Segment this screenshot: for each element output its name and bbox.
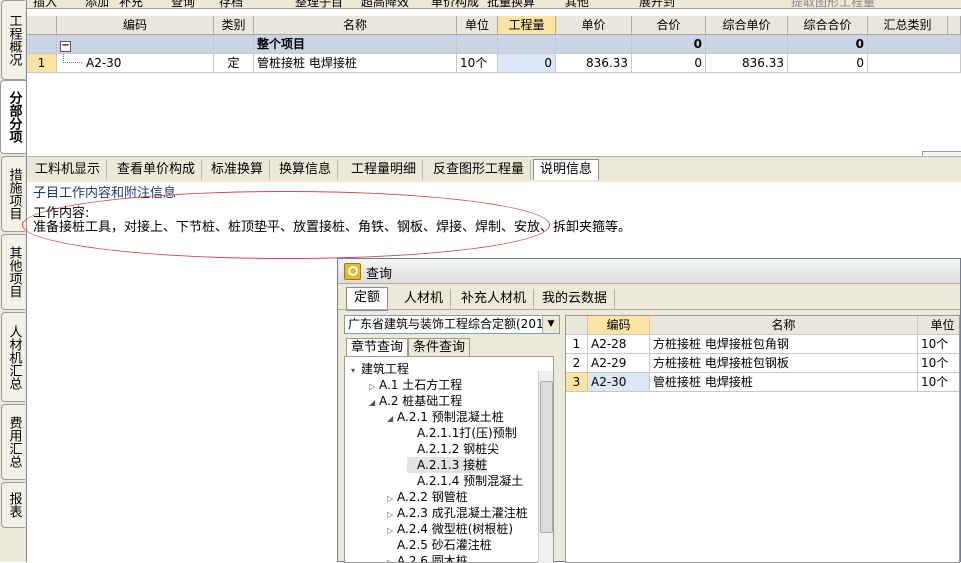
grid-header: 编码 类别 名称 单位 工程量 单价 合价 综合单价 综合合价 汇总类别 xyxy=(27,16,961,35)
scrollbar-thumb[interactable] xyxy=(540,381,553,533)
tree-node[interactable]: A.2.1.4 预制混凝土 xyxy=(407,473,523,489)
tab-labor-material-display[interactable]: 工料机显示 xyxy=(29,160,108,180)
row-unit[interactable]: 10个 xyxy=(457,54,498,73)
highlight-ellipse xyxy=(22,191,550,259)
search-icon xyxy=(344,263,361,280)
table-row[interactable]: 1 A2-28 方桩接桩 电焊接桩包角钢 10个 xyxy=(566,335,959,354)
supplement-button[interactable]: 补充 xyxy=(119,0,143,8)
tree-node[interactable]: A.2.1.1打(压)预制 xyxy=(407,425,517,441)
batch-convert-button[interactable]: 批量换算 xyxy=(487,0,535,8)
col-summary-category[interactable]: 汇总类别 xyxy=(868,16,948,35)
expand-toggle-icon: ◢ xyxy=(387,414,394,423)
row-number[interactable]: 1 xyxy=(27,54,57,73)
row-total[interactable]: 0 xyxy=(632,54,706,73)
tree-scrollbar[interactable] xyxy=(538,371,553,563)
quota-library-dropdown[interactable]: 广东省建筑与装饰工程综合定额(201 ▼ xyxy=(344,315,560,334)
expand-toggle-icon: ◢ xyxy=(369,398,376,407)
query-button[interactable]: 查询 xyxy=(171,0,195,8)
summary-row[interactable]: − 整个项目 0 0 xyxy=(27,35,961,54)
row-type[interactable]: 定 xyxy=(214,54,254,73)
tab-chapter-query[interactable]: 章节查询 xyxy=(346,338,409,357)
tree-node[interactable]: ◢ A.2.1 预制混凝土桩 xyxy=(387,409,504,425)
tree-line-icon xyxy=(63,54,82,63)
tree-node[interactable]: ▷ A.2.2 钢管桩 xyxy=(387,489,468,505)
col-type[interactable]: 类别 xyxy=(214,16,254,35)
tab-reverse-graphic-quantity[interactable]: 反查图形工程量 xyxy=(427,160,532,180)
col-quantity[interactable]: 工程量 xyxy=(498,16,556,35)
tab-labor-material-summary[interactable]: 人材机汇总 xyxy=(1,312,25,402)
summary-comp-total: 0 xyxy=(788,35,868,54)
tab-description-info[interactable]: 说明信息 xyxy=(533,159,600,180)
table-row[interactable]: 2 A2-29 方桩接桩 电焊接桩包钢板 10个 xyxy=(566,354,959,373)
col-name[interactable]: 名称 xyxy=(254,16,457,35)
left-tab-bar: 工程概况 分部分项 措施项目 其他项目 人材机汇总 费用汇总 报表 xyxy=(0,0,27,562)
col-name[interactable]: 名称 xyxy=(650,316,918,335)
col-total[interactable]: 合价 xyxy=(632,16,706,35)
summary-name: 整个项目 xyxy=(254,35,457,54)
row-summary-category[interactable] xyxy=(868,54,961,73)
col-comp-price[interactable]: 综合单价 xyxy=(706,16,788,35)
col-unit[interactable]: 单位 xyxy=(457,16,498,35)
tree-node[interactable]: A.2.1.2 钢桩尖 xyxy=(407,441,499,457)
col-code[interactable]: 编码 xyxy=(588,316,650,335)
summary-total: 0 xyxy=(632,35,706,54)
row-quantity[interactable]: 0 xyxy=(498,54,556,73)
tab-quantity-details[interactable]: 工程量明细 xyxy=(345,160,424,180)
chapter-tree: ▾ 建筑工程 ▷ A.1 土石方工程 ◢ A.2 桩基础工程 ◢ A.2.1 预制混凝土… xyxy=(344,356,554,563)
col-unit[interactable]: 单位 xyxy=(918,316,959,335)
tab-reports[interactable]: 报表 xyxy=(1,482,25,528)
tab-labor-material[interactable]: 人材机 xyxy=(397,289,452,309)
col-code[interactable]: 编码 xyxy=(57,16,214,35)
organize-button[interactable]: 整理子目 xyxy=(295,0,343,8)
tab-other-items[interactable]: 其他项目 xyxy=(1,234,25,310)
insert-button[interactable]: 插入 xyxy=(33,0,57,8)
row-price[interactable]: 836.33 xyxy=(556,54,632,73)
results-header: 编码 名称 单位 xyxy=(566,316,959,335)
tab-sub-items[interactable]: 分部分项 xyxy=(0,80,26,154)
tree-node[interactable]: A.2.5 砂石灌注桩 xyxy=(387,537,492,553)
results-grid: 编码 名称 单位 1 A2-28 方桩接桩 电焊接桩包角钢 10个 2 A2-2… xyxy=(565,315,960,563)
tab-measures[interactable]: 措施项目 xyxy=(1,156,25,232)
tree-node[interactable]: ◢ A.2 桩基础工程 xyxy=(369,393,462,409)
height-reduction-button[interactable]: 超高降效 xyxy=(361,0,409,8)
expand-toggle-icon: ▾ xyxy=(351,366,356,375)
detail-tab-bar: 工料机显示 查看单价构成 标准换算 换算信息 工程量明细 反查图形工程量 说明信… xyxy=(27,156,961,182)
col-price[interactable]: 单价 xyxy=(556,16,632,35)
dialog-title: 查询 xyxy=(366,267,393,282)
archive-button[interactable]: 存档 xyxy=(219,0,243,8)
tab-unit-price-breakdown[interactable]: 查看单价构成 xyxy=(111,160,203,180)
tree-node-selected[interactable]: A.2.1.3 接桩 xyxy=(407,457,488,473)
table-row[interactable]: 1 A2-30 定 管桩接桩 电焊接桩 10个 0 836.33 0 836.3… xyxy=(27,54,961,73)
tree-node[interactable]: ▾ 建筑工程 xyxy=(351,361,409,377)
tree-node[interactable]: ▷ A.2.4 微型桩(树根桩) xyxy=(387,521,513,537)
tab-conversion-info[interactable]: 换算信息 xyxy=(273,160,339,180)
extract-graphic-button[interactable]: 提取图形工程量 xyxy=(791,0,875,8)
col-comp-total[interactable]: 综合合价 xyxy=(788,16,868,35)
table-row-selected[interactable]: 3 A2-30 管桩接桩 电焊接桩 10个 xyxy=(566,373,959,392)
collapse-toggle-icon[interactable]: − xyxy=(60,41,71,52)
tree-node[interactable]: ▷ A.1 土石方工程 xyxy=(369,377,462,393)
tab-supplement-labor-material[interactable]: 补充人材机 xyxy=(454,289,535,309)
row-comp-price[interactable]: 836.33 xyxy=(706,54,788,73)
row-name[interactable]: 管桩接桩 电焊接桩 xyxy=(254,54,457,73)
add-button[interactable]: 添加 xyxy=(85,0,109,8)
expand-to-button[interactable]: 展开到 xyxy=(639,0,675,8)
row-code[interactable]: A2-30 xyxy=(86,56,121,70)
dialog-titlebar[interactable]: 查询 xyxy=(338,259,960,284)
toolbar: 插入 添加 补充 查询 存档 整理子目 超高降效 单价构成 批量换算 其他 展开… xyxy=(27,0,961,9)
tab-quota[interactable]: 定额 xyxy=(346,287,389,311)
other-button[interactable]: 其他 xyxy=(565,0,589,8)
chevron-down-icon[interactable]: ▼ xyxy=(542,316,559,333)
unit-price-button[interactable]: 单价构成 xyxy=(431,0,479,8)
tab-cost-summary[interactable]: 费用汇总 xyxy=(1,404,25,480)
tab-my-cloud-data[interactable]: 我的云数据 xyxy=(535,289,616,309)
tab-project-overview[interactable]: 工程概况 xyxy=(1,0,25,80)
row-comp-total[interactable]: 0 xyxy=(788,54,868,73)
tree-node[interactable]: ▷ A.2.3 成孔混凝土灌注桩 xyxy=(387,505,528,521)
tab-condition-query[interactable]: 条件查询 xyxy=(408,338,471,358)
query-dialog: 查询 定额 人材机 补充人材机 我的云数据 广东省建筑与装饰工程综合定额(201… xyxy=(337,258,961,563)
tab-standard-conversion[interactable]: 标准换算 xyxy=(205,160,271,180)
